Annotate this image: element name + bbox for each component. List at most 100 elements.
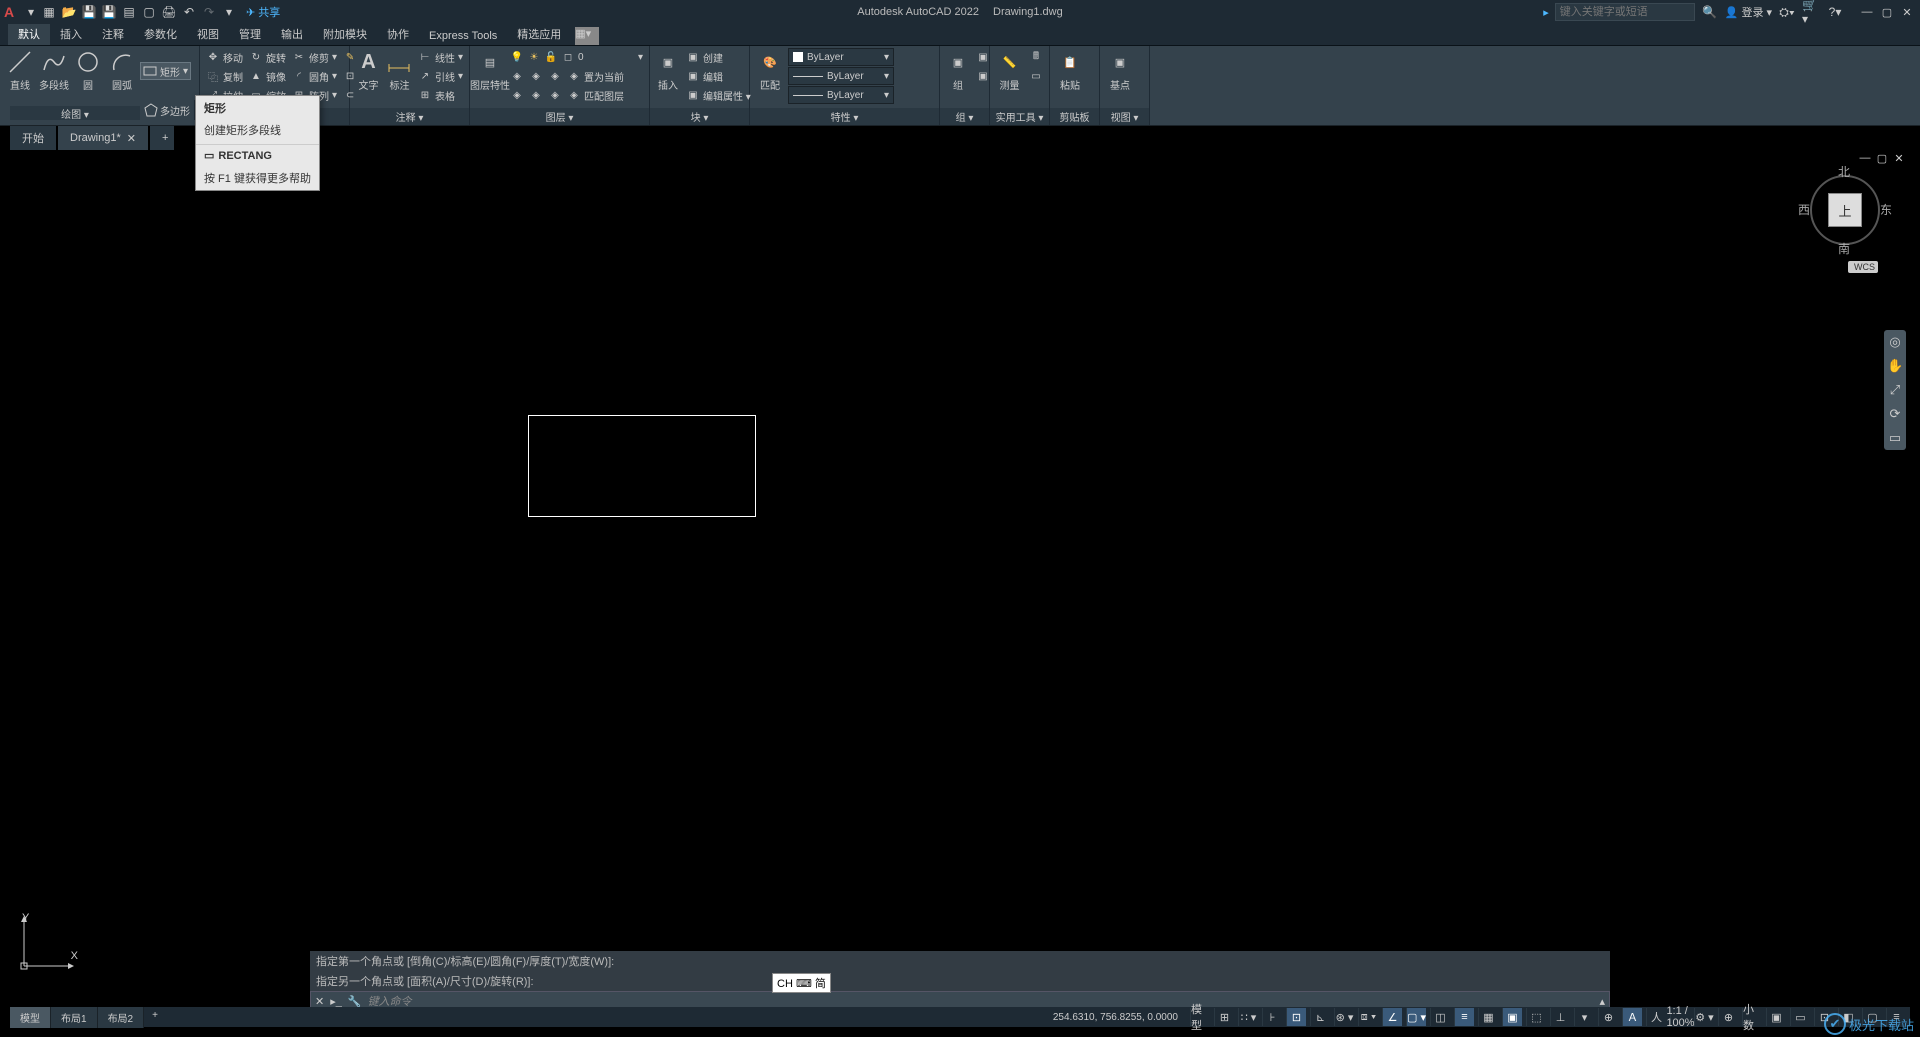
cloud-icon[interactable]: ▢ <box>140 3 158 21</box>
arc-button[interactable]: 圆弧 <box>106 48 138 92</box>
dynamic-ucs-icon[interactable]: ⊥ <box>1550 1008 1570 1026</box>
isoplane-icon[interactable]: ⧈ ▾ <box>1358 1008 1378 1026</box>
paste-button[interactable]: 📋 粘贴 <box>1054 48 1086 92</box>
tab-addins[interactable]: 附加模块 <box>313 23 377 45</box>
layer-on-button[interactable]: ◈ <box>546 67 564 85</box>
tab-collaborate[interactable]: 协作 <box>377 23 419 45</box>
select-button[interactable]: ▭ <box>1027 67 1045 85</box>
nav-zoom-icon[interactable]: ⤢ <box>1887 382 1903 398</box>
qat-dropdown[interactable]: ▾ <box>220 3 238 21</box>
search-input[interactable] <box>1555 3 1695 21</box>
search-icon[interactable]: 🔍 <box>1701 3 1719 21</box>
create-block-button[interactable]: ▣创建 <box>684 48 753 66</box>
nav-wheel-icon[interactable]: ◎ <box>1887 334 1903 350</box>
vp-maximize-icon[interactable]: ▢ <box>1875 152 1889 166</box>
layout-tab-2[interactable]: 布局2 <box>98 1007 145 1028</box>
match-layer-button[interactable]: ◈匹配图层 <box>565 86 626 104</box>
circle-button[interactable]: 圆 <box>72 48 104 92</box>
panel-block-title[interactable]: 块 ▾ <box>650 108 749 125</box>
panel-view-title[interactable]: 视图 ▾ <box>1100 108 1149 125</box>
move-button[interactable]: ✥移动 <box>204 48 245 66</box>
status-model-button[interactable]: 模型 <box>1190 1008 1210 1026</box>
lock-ui-icon[interactable]: ▭ <box>1790 1008 1810 1026</box>
open-icon[interactable]: 📂 <box>60 3 78 21</box>
command-recent-icon[interactable]: ▴ <box>1599 995 1605 1008</box>
minimize-button[interactable]: — <box>1858 3 1876 21</box>
text-button[interactable]: A 文字 <box>354 48 383 92</box>
compass-south[interactable]: 南 <box>1838 240 1850 257</box>
layer-lock2-button[interactable]: ◈ <box>527 86 545 104</box>
close-button[interactable]: ✕ <box>1898 3 1916 21</box>
layer-off-button[interactable]: ◈ <box>527 67 545 85</box>
annotation-monitor-icon[interactable]: ⊕ <box>1718 1008 1738 1026</box>
panel-annotation-title[interactable]: 注释 ▾ <box>350 108 469 125</box>
layer-thaw-button[interactable]: ◈ <box>546 86 564 104</box>
otrack-icon[interactable]: ∠ <box>1382 1008 1402 1026</box>
3dobject-snap-icon[interactable]: ⬚ <box>1526 1008 1546 1026</box>
print-icon[interactable]: 🖨 <box>160 3 178 21</box>
layout-tab-add[interactable]: + <box>144 1007 166 1028</box>
new-icon[interactable]: ▦ <box>40 3 58 21</box>
layer-freeze-button[interactable]: ◈ <box>508 86 526 104</box>
tab-insert[interactable]: 插入 <box>50 23 92 45</box>
copy-button[interactable]: ⿻复制 <box>204 67 245 85</box>
transparency-icon[interactable]: ▦ <box>1478 1008 1498 1026</box>
edit-block-button[interactable]: ▣编辑 <box>684 67 753 85</box>
layer-properties-button[interactable]: ▤ 图层特性 <box>474 48 506 92</box>
panel-group-title[interactable]: 组 ▾ <box>940 108 989 125</box>
gizmo-icon[interactable]: ⊕ <box>1598 1008 1618 1026</box>
layer-iso-button[interactable]: ◈ <box>508 67 526 85</box>
selection-cycle-icon[interactable]: ▣ <box>1502 1008 1522 1026</box>
edit-attr-button[interactable]: ▣编辑属性 ▾ <box>684 86 753 104</box>
redo-icon[interactable]: ↷ <box>200 3 218 21</box>
nav-pan-icon[interactable]: ✋ <box>1887 358 1903 374</box>
undo-icon[interactable]: ↶ <box>180 3 198 21</box>
panel-layers-title[interactable]: 图层 ▾ <box>470 108 649 125</box>
annotation-visibility-icon[interactable]: Ａ <box>1622 1008 1642 1026</box>
leader-button[interactable]: ↗引线 ▾ <box>416 67 465 85</box>
polar-icon[interactable]: ⊛ ▾ <box>1334 1008 1354 1026</box>
linear-button[interactable]: ⊢线性 ▾ <box>416 48 465 66</box>
nav-showmotion-icon[interactable]: ▭ <box>1887 430 1903 446</box>
command-handle-icon[interactable]: ▸_ <box>330 995 342 1008</box>
tab-output[interactable]: 输出 <box>271 23 313 45</box>
maximize-button[interactable]: ▢ <box>1878 3 1896 21</box>
measure-button[interactable]: 📏 测量 <box>994 48 1025 92</box>
ucs-icon[interactable]: Y X <box>18 912 78 972</box>
color-combo[interactable]: ByLayer▾ <box>788 48 894 66</box>
quick-props-icon[interactable]: ▣ <box>1766 1008 1786 1026</box>
layer-combo[interactable]: 💡 ☀ 🔓 ◻ 0▾ <box>508 48 645 66</box>
osnap-icon[interactable]: ▢ ▾ <box>1406 1008 1426 1026</box>
file-tab-drawing1[interactable]: Drawing1* ✕ <box>58 126 148 150</box>
layout-tab-1[interactable]: 布局1 <box>51 1007 98 1028</box>
dimension-button[interactable]: 标注 <box>385 48 414 92</box>
basepoint-button[interactable]: ▣ 基点 <box>1104 48 1136 92</box>
linetype-combo[interactable]: ByLayer▾ <box>788 86 894 104</box>
command-close-icon[interactable]: ✕ <box>315 995 324 1008</box>
info-arrow-icon[interactable]: ▸ <box>1543 6 1549 19</box>
insert-block-button[interactable]: ▣ 插入 <box>654 48 682 92</box>
viewcube-top-face[interactable]: 上 <box>1828 193 1862 227</box>
grid-icon[interactable]: ⊞ <box>1214 1008 1234 1026</box>
viewcube[interactable]: 上 北 南 东 西 WCS <box>1800 165 1890 285</box>
panel-properties-title[interactable]: 特性 ▾ <box>750 108 939 125</box>
polygon-button[interactable]: 多边形 <box>144 103 190 118</box>
nav-orbit-icon[interactable]: ⟳ <box>1887 406 1903 422</box>
help-icon[interactable]: ?▾ <box>1826 3 1844 21</box>
tab-annotate[interactable]: 注释 <box>92 23 134 45</box>
infer-icon[interactable]: ⊦ <box>1262 1008 1282 1026</box>
tab-extra-icon[interactable]: ▦▾ <box>575 27 599 45</box>
exchange-icon[interactable]: ⛭▾ <box>1778 3 1796 21</box>
polyline-button[interactable]: 多段线 <box>38 48 70 92</box>
layout-tab-model[interactable]: 模型 <box>10 1007 51 1028</box>
annotation-scale[interactable]: 1:1 / 100% <box>1670 1008 1690 1026</box>
calc-button[interactable]: 🖩 <box>1027 48 1045 66</box>
vp-minimize-icon[interactable]: — <box>1858 152 1872 166</box>
line-button[interactable]: 直线 <box>4 48 36 92</box>
login-button[interactable]: 👤 登录 ▾ <box>1725 4 1772 20</box>
dynamic-input-icon[interactable]: ⊡ <box>1286 1008 1306 1026</box>
drawn-rectangle-object[interactable] <box>528 415 756 517</box>
workspace-icon[interactable]: ⚙ ▾ <box>1694 1008 1714 1026</box>
tab-view[interactable]: 视图 <box>187 23 229 45</box>
saveas-icon[interactable]: 💾 <box>100 3 118 21</box>
